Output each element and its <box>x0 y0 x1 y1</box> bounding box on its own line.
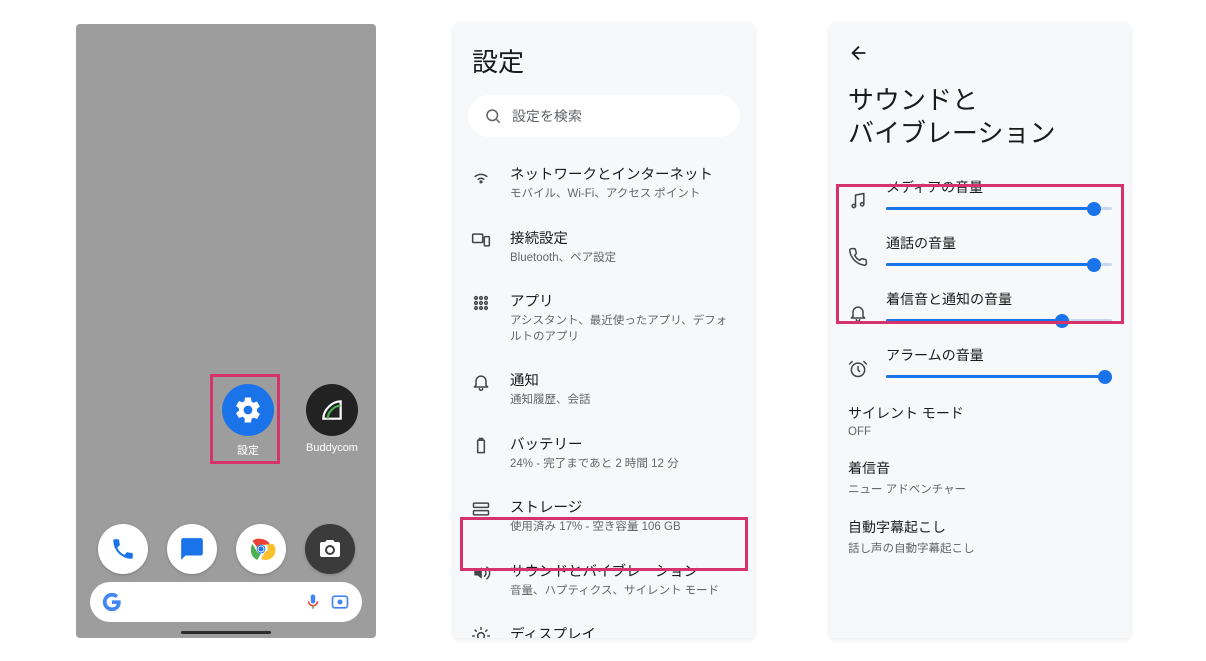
settings-row[interactable]: アプリ アシスタント、最近使ったアプリ、デフォルトのアプリ <box>454 278 754 357</box>
back-button[interactable] <box>848 42 870 64</box>
settings-row-title: ディスプレイ <box>510 623 738 638</box>
bell-icon <box>470 371 492 393</box>
gear-icon <box>222 384 274 436</box>
settings-row-sub: 音量、ハプティクス、サイレント モード <box>510 584 738 600</box>
row-title: 自動字幕起こし <box>848 517 1112 537</box>
sound-title: サウンドとバイブレーション <box>830 24 1130 169</box>
volume-icon <box>470 562 492 584</box>
sound-setting-row[interactable]: 自動字幕起こし 話し声の自動字幕起こし <box>830 507 1130 566</box>
lens-icon[interactable] <box>330 592 350 612</box>
settings-search[interactable]: 設定を検索 <box>468 95 740 137</box>
settings-screen: 設定 設定を検索 ネットワークとインターネット モバイル、Wi-Fi、アクセス … <box>454 24 754 638</box>
row-sub: OFF <box>848 426 1112 438</box>
battery-icon <box>470 435 492 457</box>
apps-icon <box>470 292 492 314</box>
note-icon <box>848 191 868 211</box>
app-buddycom-label: Buddycom <box>300 442 364 454</box>
dock-chrome[interactable] <box>236 524 286 574</box>
settings-row-title: ネットワークとインターネット <box>510 163 738 184</box>
settings-row-title: サウンドとバイブレーション <box>510 560 738 581</box>
slider[interactable] <box>886 375 1112 378</box>
settings-row-title: バッテリー <box>510 433 738 454</box>
sound-setting-row[interactable]: サイレント モード OFF <box>830 393 1130 448</box>
settings-row-sub: 24% - 完了まであと 2 時間 12 分 <box>510 457 738 473</box>
slider-label: 通話の音量 <box>886 233 1112 253</box>
slider[interactable] <box>886 263 1112 266</box>
settings-row-sub: 使用済み 17% - 空き容量 106 GB <box>510 520 738 536</box>
settings-row-sub: Bluetooth、ペア設定 <box>510 251 738 267</box>
dock-camera[interactable] <box>305 524 355 574</box>
row-title: サイレント モード <box>848 403 1112 423</box>
settings-row[interactable]: 接続設定 Bluetooth、ペア設定 <box>454 215 754 279</box>
storage-icon <box>470 498 492 520</box>
bell-icon <box>848 303 868 323</box>
slider[interactable] <box>886 207 1112 210</box>
slider[interactable] <box>886 319 1112 322</box>
dock-phone[interactable] <box>98 524 148 574</box>
settings-row-sub: アシスタント、最近使ったアプリ、デフォルトのアプリ <box>510 314 738 345</box>
sound-setting-row[interactable]: 着信音 ニュー アドベンチャー <box>830 448 1130 507</box>
settings-title: 設定 <box>454 24 754 89</box>
app-settings[interactable]: 設定 <box>216 384 280 458</box>
volume-slider-row: アラームの音量 <box>830 337 1130 393</box>
row-title: 着信音 <box>848 458 1112 478</box>
row-sub: 話し声の自動字幕起こし <box>848 540 1112 556</box>
home-indicator <box>181 631 271 634</box>
volume-slider-row: 通話の音量 <box>830 225 1130 281</box>
settings-row[interactable]: バッテリー 24% - 完了まであと 2 時間 12 分 <box>454 421 754 485</box>
volume-slider-row: 着信音と通知の音量 <box>830 281 1130 337</box>
buddycom-icon <box>306 384 358 436</box>
phone-icon <box>848 247 868 267</box>
app-buddycom[interactable]: Buddycom <box>300 384 364 458</box>
slider-label: アラームの音量 <box>886 345 1112 365</box>
wifi-icon <box>470 165 492 187</box>
settings-row-title: アプリ <box>510 290 738 311</box>
home-search-bar[interactable] <box>90 582 362 622</box>
alarm-icon <box>848 359 868 379</box>
home-screen: 設定 Buddycom <box>76 24 376 638</box>
settings-row[interactable]: ネットワークとインターネット モバイル、Wi-Fi、アクセス ポイント <box>454 151 754 215</box>
mic-icon[interactable] <box>304 593 322 611</box>
settings-row-title: 通知 <box>510 369 738 390</box>
settings-row-title: 接続設定 <box>510 227 738 248</box>
settings-row[interactable]: 通知 通知履歴、会話 <box>454 357 754 421</box>
display-icon <box>470 625 492 638</box>
settings-row-sub: モバイル、Wi-Fi、アクセス ポイント <box>510 187 738 203</box>
settings-row-sub: 通知履歴、会話 <box>510 393 738 409</box>
slider-label: 着信音と通知の音量 <box>886 289 1112 309</box>
app-settings-label: 設定 <box>216 442 280 458</box>
settings-search-placeholder: 設定を検索 <box>512 106 582 126</box>
google-g-icon <box>102 592 122 612</box>
home-app-row: 設定 Buddycom <box>76 384 376 458</box>
sound-screen: サウンドとバイブレーション メディアの音量 通話の音量 着信音と通知の音量 <box>830 24 1130 638</box>
row-sub: ニュー アドベンチャー <box>848 481 1112 497</box>
search-icon <box>484 107 502 125</box>
settings-row-title: ストレージ <box>510 496 738 517</box>
settings-row[interactable]: サウンドとバイブレーション 音量、ハプティクス、サイレント モード <box>454 548 754 612</box>
settings-row[interactable]: ストレージ 使用済み 17% - 空き容量 106 GB <box>454 484 754 548</box>
dock <box>76 524 376 574</box>
settings-row[interactable]: ディスプレイ ダークモード、フォントサイズ、明るさ <box>454 611 754 638</box>
volume-slider-row: メディアの音量 <box>830 169 1130 225</box>
dock-messages[interactable] <box>167 524 217 574</box>
slider-label: メディアの音量 <box>886 177 1112 197</box>
devices-icon <box>470 229 492 251</box>
